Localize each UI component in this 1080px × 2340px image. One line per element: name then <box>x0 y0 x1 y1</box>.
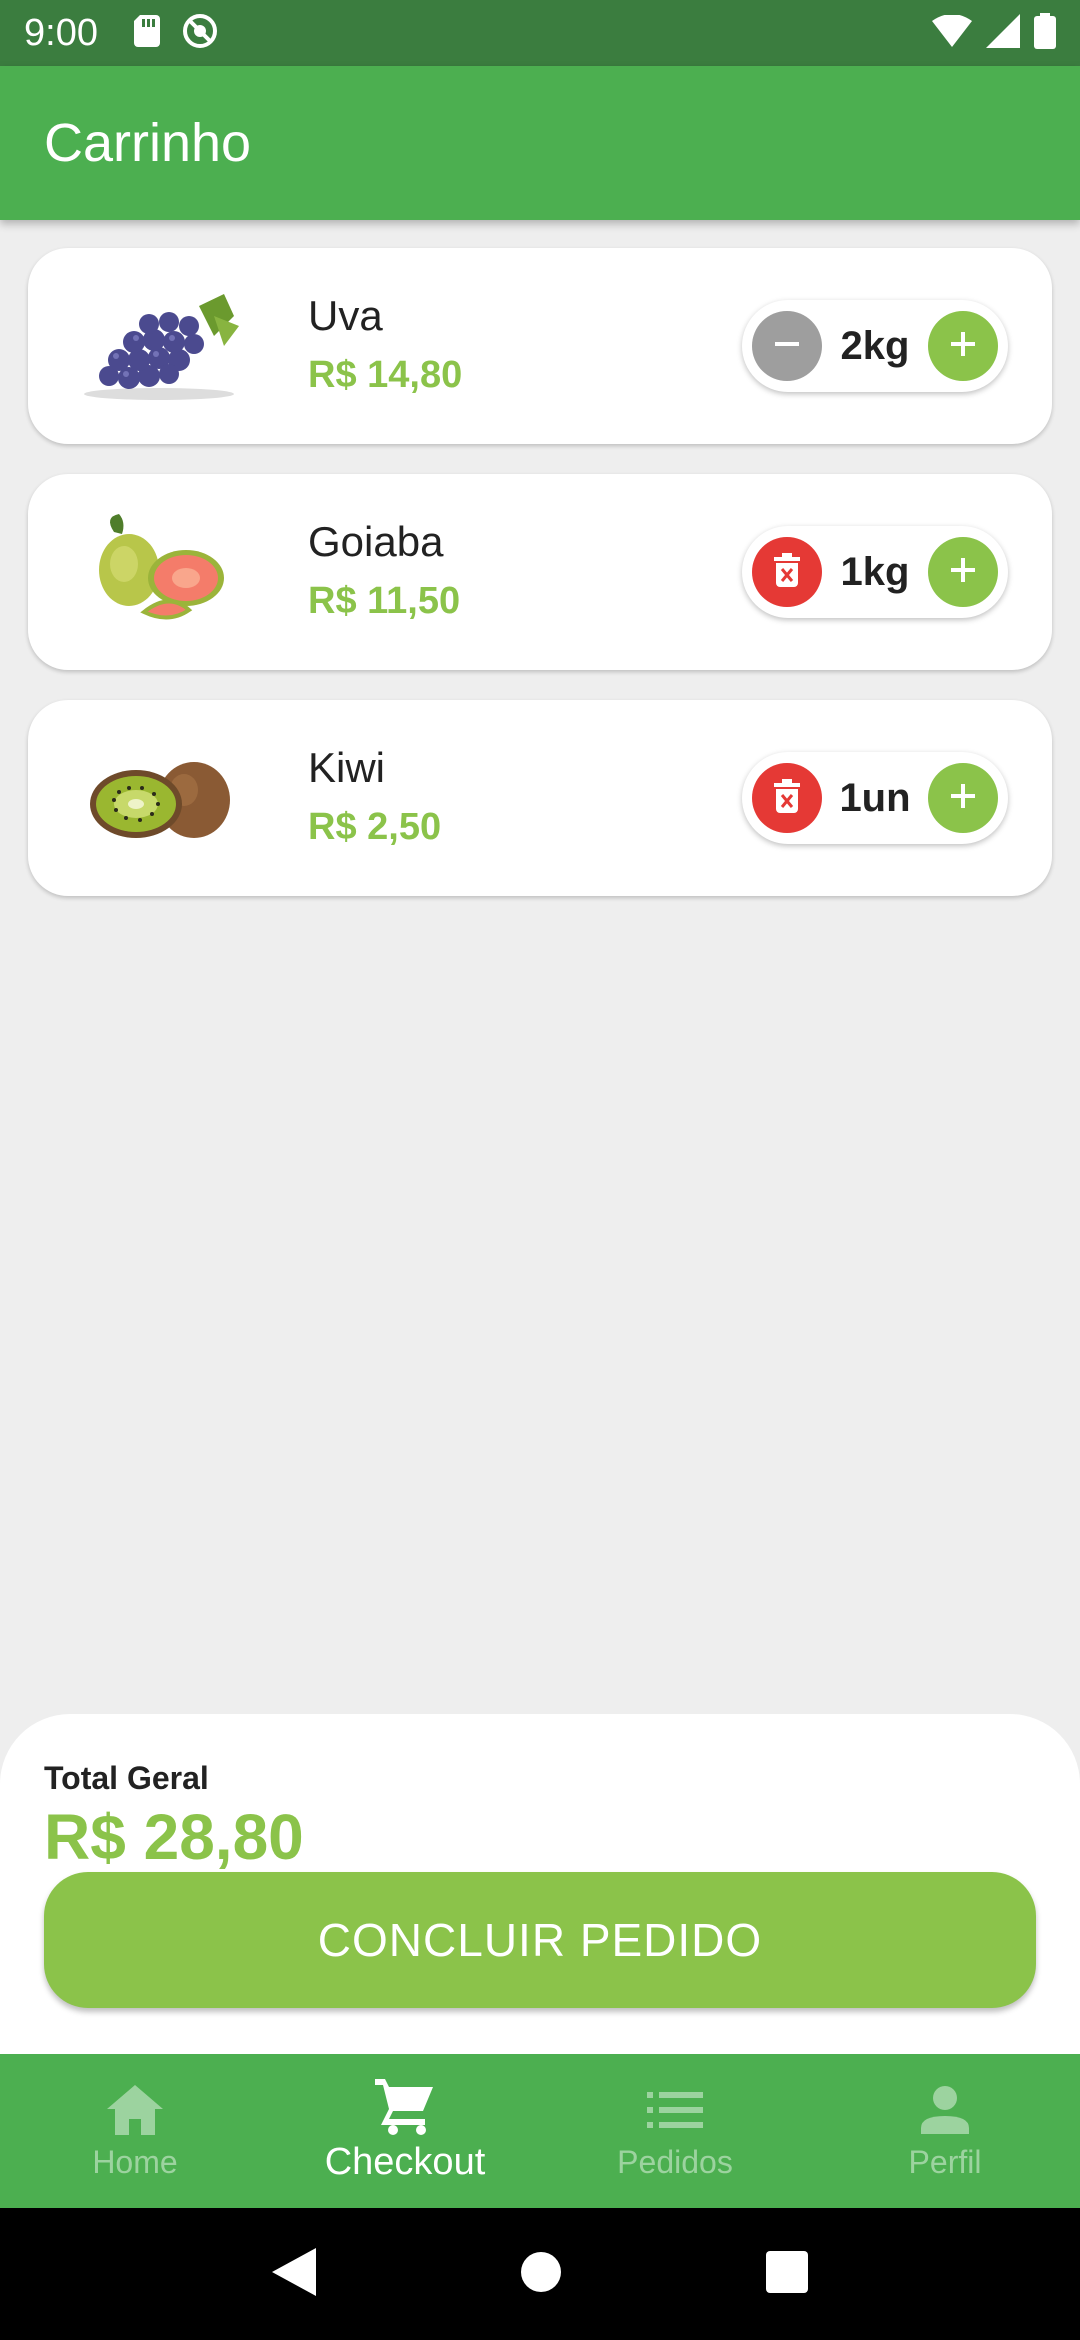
trash-icon <box>772 778 802 818</box>
sd-card-icon <box>133 14 160 52</box>
list-icon <box>647 2082 703 2138</box>
product-price: R$ 14,80 <box>308 354 463 396</box>
nav-item-perfil[interactable]: Perfil <box>810 2054 1080 2208</box>
increment-button[interactable] <box>928 311 998 381</box>
home-circle-icon[interactable] <box>520 2251 562 2298</box>
cart-icon <box>375 2078 435 2135</box>
plus-icon <box>947 554 979 591</box>
wifi-icon <box>932 13 972 52</box>
product-name: Uva <box>308 292 383 339</box>
increment-button[interactable] <box>928 763 998 833</box>
nav-label: Perfil <box>908 2143 982 2180</box>
product-name: Kiwi <box>308 744 386 791</box>
cart-item-uva: Uva R$ 14,80 2kg <box>28 248 1052 444</box>
cart-item-kiwi: Kiwi R$ 2,50 1un <box>28 700 1052 896</box>
quantity-value: 2kg <box>840 323 910 368</box>
app-bar: Carrinho <box>0 66 1080 220</box>
trash-icon <box>772 552 802 592</box>
product-name: Goiaba <box>308 518 444 565</box>
quantity-value: 1kg <box>840 549 910 594</box>
recents-icon[interactable] <box>766 2250 808 2298</box>
kiwi-image <box>74 728 244 868</box>
nav-label: Home <box>92 2143 178 2180</box>
home-icon <box>107 2082 163 2138</box>
quantity-value: 1un <box>839 775 911 820</box>
increment-button[interactable] <box>928 537 998 607</box>
plus-icon <box>947 328 979 365</box>
plus-icon <box>947 780 979 817</box>
minus-icon <box>771 328 803 365</box>
quantity-stepper: 2kg <box>742 300 1008 392</box>
quantity-stepper: 1un <box>742 752 1008 844</box>
status-time: 9:00 <box>24 11 98 54</box>
battery-icon <box>1034 12 1056 54</box>
system-nav-bar <box>0 2208 1080 2340</box>
nav-label: Pedidos <box>617 2143 733 2180</box>
total-label: Total Geral <box>44 1760 209 1796</box>
page-title: Carrinho <box>44 113 252 173</box>
product-price: R$ 11,50 <box>308 580 461 622</box>
status-icons-right <box>932 12 1056 54</box>
nav-item-checkout[interactable]: Checkout <box>270 2054 540 2208</box>
order-summary-panel: Total Geral R$ 28,80 CONCLUIR PEDIDO <box>0 1714 1080 2054</box>
decrement-button[interactable] <box>752 311 822 381</box>
checkout-button[interactable]: CONCLUIR PEDIDO <box>44 1872 1036 2008</box>
product-price: R$ 2,50 <box>308 806 442 848</box>
grape-image <box>74 276 244 416</box>
guava-image <box>74 502 244 642</box>
person-icon <box>921 2082 969 2138</box>
cart-list: Uva R$ 14,80 2kg Goiaba R$ 11,50 1kg Kiw… <box>28 248 1052 926</box>
status-bar: 9:00 <box>0 0 1080 66</box>
remove-item-button[interactable] <box>752 537 822 607</box>
remove-item-button[interactable] <box>752 763 822 833</box>
cart-item-goiaba: Goiaba R$ 11,50 1kg <box>28 474 1052 670</box>
status-icons-left <box>133 13 218 54</box>
signal-icon <box>986 13 1020 53</box>
no-disturb-icon <box>182 13 218 54</box>
bottom-nav: Home Checkout Pedidos Perfil <box>0 2054 1080 2208</box>
total-value: R$ 28,80 <box>44 1801 304 1873</box>
nav-item-pedidos[interactable]: Pedidos <box>540 2054 810 2208</box>
back-icon[interactable] <box>272 2247 316 2301</box>
quantity-stepper: 1kg <box>742 526 1008 618</box>
nav-label: Checkout <box>324 2140 486 2183</box>
nav-item-home[interactable]: Home <box>0 2054 270 2208</box>
